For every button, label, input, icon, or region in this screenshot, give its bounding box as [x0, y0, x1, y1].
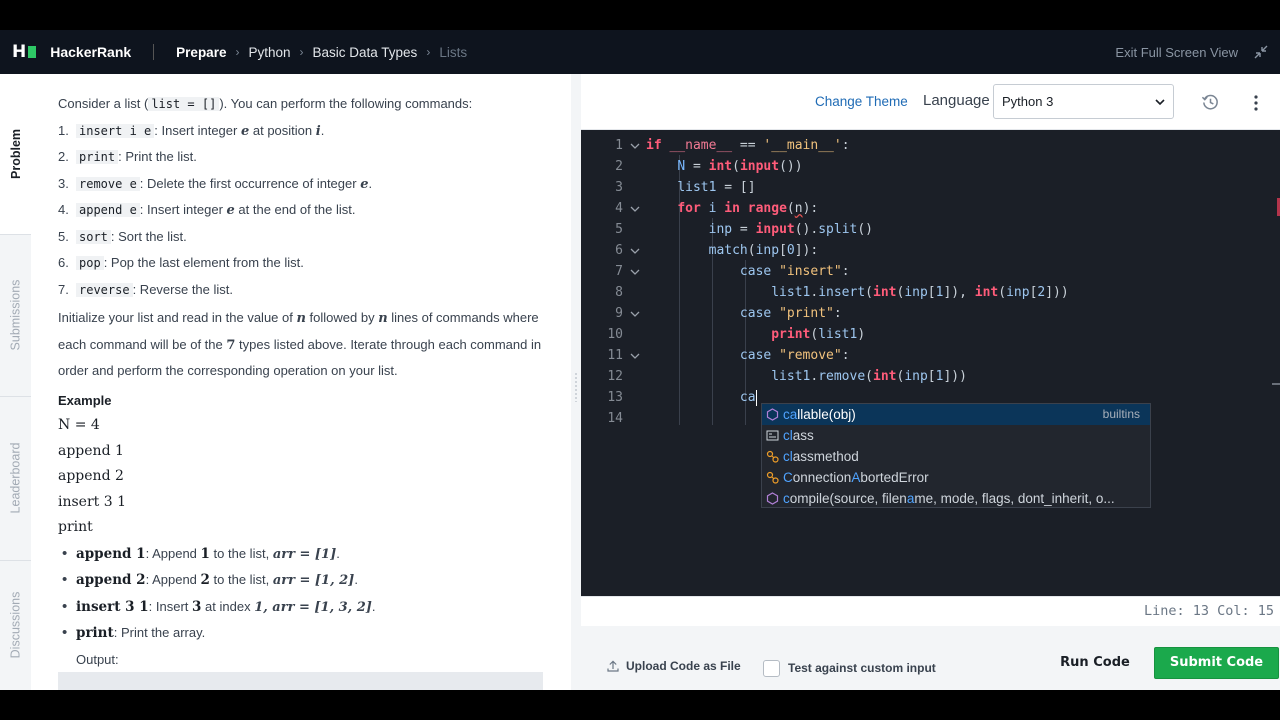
chevron-right-icon: ›: [299, 45, 304, 59]
code-line: 3 list1 = []: [615, 180, 756, 195]
drag-grip-icon: [574, 372, 578, 402]
example-line: print: [58, 519, 93, 535]
tab-leaderboard[interactable]: Leaderboard: [0, 396, 31, 560]
language-select[interactable]: Python 3: [993, 84, 1174, 119]
custom-input-checkbox[interactable]: [763, 660, 780, 677]
code-line: 1 if __name__ == '__main__':: [581, 135, 1280, 156]
autocomplete-item[interactable]: class: [762, 425, 1150, 446]
example-heading: Example: [58, 392, 112, 408]
example-line: append 1: [58, 442, 124, 459]
function-icon: [766, 408, 779, 421]
list-item: 4. append e: Insert integer e at the end …: [58, 202, 356, 218]
code-line: 2 N = int(input()): [615, 159, 803, 174]
fold-chevron-icon[interactable]: [629, 345, 641, 366]
code-line: 6 match(inp[0]):: [581, 240, 1280, 261]
autocomplete-item[interactable]: classmethod: [762, 446, 1150, 467]
hackerrank-logo[interactable]: H: [12, 42, 37, 62]
run-code-button[interactable]: Run Code: [1047, 647, 1143, 679]
chevron-right-icon: ›: [426, 45, 431, 59]
instructions-paragraph: Initialize your list and read in the val…: [58, 310, 542, 378]
chevron-down-icon: [1155, 99, 1165, 106]
autocomplete-item[interactable]: callable(obj) builtins: [762, 404, 1150, 425]
function-icon: [766, 492, 779, 505]
example-line: N = 4: [58, 417, 100, 433]
code-line: 10 print(list1): [607, 327, 866, 342]
panel-resize-handle[interactable]: [571, 74, 581, 690]
list-item: 5. sort: Sort the list.: [58, 228, 187, 244]
fold-chevron-icon[interactable]: [629, 261, 641, 282]
submit-code-button[interactable]: Submit Code: [1154, 647, 1279, 679]
autocomplete-item[interactable]: ConnectionAbortedError: [762, 467, 1150, 488]
code-line: 11 case "remove":: [581, 345, 1280, 366]
side-tabs: Problem Submissions Leaderboard Discussi…: [0, 74, 31, 690]
breadcrumb-prepare[interactable]: Prepare: [176, 45, 226, 60]
language-value: Python 3: [1002, 94, 1054, 109]
tab-submissions[interactable]: Submissions: [0, 234, 31, 396]
video-letterbox-bottom: [0, 690, 1280, 720]
list-item: 7. reverse: Reverse the list.: [58, 281, 234, 297]
breadcrumb: Prepare › Python › Basic Data Types › Li…: [176, 45, 467, 60]
logo-square: [28, 46, 37, 58]
fold-chevron-icon[interactable]: [629, 240, 641, 261]
code-line: 5 inp = input().split(): [615, 222, 874, 237]
collapse-fullscreen-icon[interactable]: [1254, 45, 1268, 59]
output-label: Output:: [76, 651, 119, 667]
tab-discussions[interactable]: Discussions: [0, 560, 31, 690]
list-item: 1. insert i e: Insert integer e at positi…: [58, 122, 325, 139]
tab-problem[interactable]: Problem: [0, 74, 31, 234]
code-line: 9 case "print":: [581, 303, 1280, 324]
keyword-icon: [766, 430, 779, 441]
upload-code-link[interactable]: Upload Code as File: [626, 659, 741, 673]
upload-icon[interactable]: [607, 660, 619, 672]
list-item: • append 2: Append 2 to the list, arr = […: [62, 571, 358, 588]
header-divider: [153, 44, 155, 60]
example-explanation-list: • append 1: Append 1 to the list, arr = […: [58, 541, 558, 647]
fold-chevron-icon[interactable]: [629, 135, 641, 156]
breadcrumb-lists: Lists: [439, 44, 468, 60]
fold-chevron-icon[interactable]: [629, 198, 641, 219]
exit-fullscreen-link[interactable]: Exit Full Screen View: [1115, 45, 1238, 60]
output-code-block: [58, 672, 543, 690]
class-icon: [766, 471, 779, 484]
more-options-icon[interactable]: [1251, 94, 1261, 112]
example-line: append 2: [58, 468, 124, 484]
history-icon[interactable]: [1201, 93, 1220, 112]
list-item: • append 1: Append 1 to the list, arr = […: [62, 544, 340, 562]
text-cursor: [755, 389, 757, 406]
list-item: 2. print: Print the list.: [58, 149, 197, 164]
editor-statusbar: Line: 13 Col: 15: [581, 596, 1280, 626]
code-editor[interactable]: 1 if __name__ == '__main__': 2 N = int(i…: [581, 130, 1280, 596]
custom-input-label[interactable]: Test against custom input: [788, 661, 936, 675]
language-label: Language: [923, 92, 990, 109]
breadcrumb-python[interactable]: Python: [248, 45, 290, 60]
autocomplete-item[interactable]: compile(source, filename, mode, flags, d…: [762, 488, 1150, 509]
list-item: 6. pop: Pop the last element from the lis…: [58, 255, 304, 270]
brand-name[interactable]: HackerRank: [50, 44, 131, 60]
code-line: 7 case "insert":: [581, 261, 1280, 282]
code-line: 8 list1.insert(int(inp[1]), int(inp[2])): [615, 285, 1069, 300]
code-line: 4 for i in range(n):: [581, 198, 1280, 219]
autocomplete-popup: callable(obj) builtins class classmethod…: [761, 403, 1151, 508]
fold-chevron-icon[interactable]: [629, 303, 641, 324]
action-bar: Upload Code as File Test against custom …: [581, 626, 1280, 690]
example-line: insert 3 1: [58, 493, 126, 510]
list-item: 3. remove e: Delete the first occurrence …: [58, 175, 373, 192]
top-navbar: H HackerRank Prepare › Python › Basic Da…: [0, 30, 1280, 74]
change-theme-link[interactable]: Change Theme: [815, 94, 908, 109]
list-item: • print: Print the array.: [62, 624, 206, 641]
list-item: • insert 3 1: Insert 3 at index 1, arr = …: [62, 597, 376, 615]
editor-toolbar: Change Theme Language Python 3: [581, 74, 1280, 130]
breadcrumb-basic-data-types[interactable]: Basic Data Types: [313, 45, 418, 60]
intro-paragraph: Consider a list (list = []). You can per…: [58, 96, 473, 111]
commands-list: 1. insert i e: Insert integer e at positi…: [58, 118, 558, 304]
cursor-marker: [1272, 383, 1280, 385]
chevron-right-icon: ›: [235, 45, 240, 59]
code-line: 12 list1.remove(int(inp[1])): [607, 369, 967, 384]
class-icon: [766, 450, 779, 463]
problem-statement-panel: Consider a list (list = []). You can per…: [31, 74, 571, 690]
cursor-position: Line: 13 Col: 15: [1143, 603, 1274, 619]
video-letterbox-top: [0, 0, 1280, 30]
